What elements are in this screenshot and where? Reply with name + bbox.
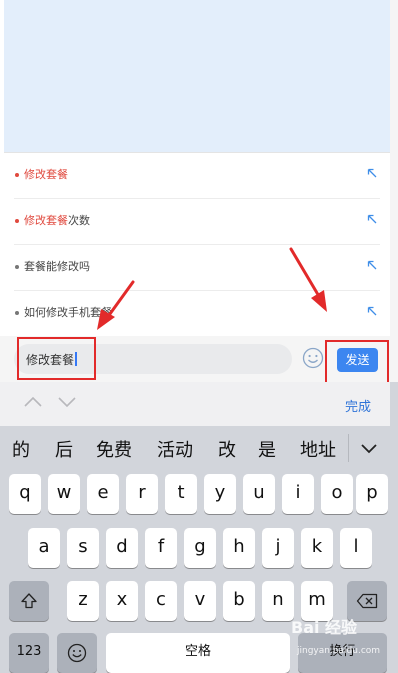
- annotation-arrows: [97, 247, 327, 330]
- annotation-arrow-left: [97, 280, 135, 330]
- annotation-arrow-right: [289, 247, 327, 312]
